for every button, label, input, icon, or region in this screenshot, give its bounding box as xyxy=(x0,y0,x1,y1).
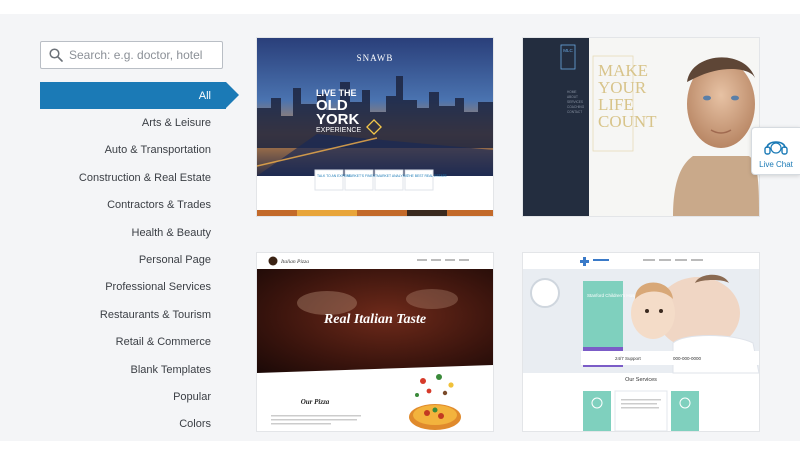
city-button-3: MARKET ANALYSIS xyxy=(377,174,409,178)
category-auto-transportation[interactable]: Auto & Transportation xyxy=(40,137,240,164)
city-template-thumbnail: SNAWB LIVE THE OLD YORK EXPERIENCE TALK … xyxy=(257,38,493,216)
portrait-menu-5: CONTACT xyxy=(567,110,582,114)
hospital-template-thumbnail: Stanford Children's Hospital 24/7 Suppor… xyxy=(523,253,759,431)
category-all[interactable]: All xyxy=(40,82,239,110)
hospital-hero-title: Stanford Children's Hospital xyxy=(587,293,643,298)
city-button-1: TALK TO AN EXPERT xyxy=(317,174,351,178)
category-list: All Arts & Leisure Auto & Transportation… xyxy=(40,82,240,438)
hospital-section-title: Our Services xyxy=(625,377,657,383)
template-card-pizza[interactable]: Italian Pizza Real Italian Taste Our Piz… xyxy=(257,253,493,431)
category-blank-templates[interactable]: Blank Templates xyxy=(40,356,240,383)
pizza-template-thumbnail: Italian Pizza Real Italian Taste Our Piz… xyxy=(257,253,493,431)
live-chat-label: Live Chat xyxy=(759,159,793,169)
template-card-hospital[interactable]: Stanford Children's Hospital 24/7 Suppor… xyxy=(523,253,759,431)
city-line4: EXPERIENCE xyxy=(316,127,361,134)
template-card-city[interactable]: SNAWB LIVE THE OLD YORK EXPERIENCE TALK … xyxy=(257,38,493,216)
search-input[interactable] xyxy=(69,48,219,62)
bottom-bar xyxy=(0,441,800,449)
pizza-hero-title: Real Italian Taste xyxy=(323,312,426,327)
hospital-support: 24/7 Support xyxy=(615,356,642,361)
city-brand: SNAWB xyxy=(357,53,394,63)
live-chat-button[interactable]: Live Chat xyxy=(751,127,800,175)
portrait-menu-1: HOME xyxy=(567,90,577,94)
city-line3: YORK xyxy=(316,111,360,128)
search-icon xyxy=(49,48,63,62)
portrait-logo: MLC xyxy=(563,48,573,53)
category-colors[interactable]: Colors xyxy=(40,411,240,438)
pizza-brand: Italian Pizza xyxy=(280,259,309,265)
hospital-phone: 000-000-0000 xyxy=(673,356,702,361)
portrait-menu-4: COACHING xyxy=(567,105,585,109)
category-professional-services[interactable]: Professional Services xyxy=(40,274,240,301)
portrait-template-thumbnail: MLC HOME ABOUT SERVICES COACHING CONTACT… xyxy=(523,38,759,216)
search-box[interactable] xyxy=(40,41,223,69)
city-button-4: THE BEST REAL ESTATE xyxy=(407,174,448,178)
category-restaurants-tourism[interactable]: Restaurants & Tourism xyxy=(40,301,240,328)
top-bar xyxy=(0,0,800,14)
category-contractors-trades[interactable]: Contractors & Trades xyxy=(40,192,240,219)
portrait-headline-4: COUNT xyxy=(598,112,657,131)
category-popular[interactable]: Popular xyxy=(40,383,240,410)
headset-icon xyxy=(764,140,788,155)
category-arts-leisure[interactable]: Arts & Leisure xyxy=(40,109,240,136)
category-construction-real-estate[interactable]: Construction & Real Estate xyxy=(40,164,240,191)
template-card-portrait[interactable]: MLC HOME ABOUT SERVICES COACHING CONTACT… xyxy=(523,38,759,216)
category-health-beauty[interactable]: Health & Beauty xyxy=(40,219,240,246)
category-personal-page[interactable]: Personal Page xyxy=(40,246,240,273)
city-button-2: MARKET'S FINEST xyxy=(347,174,377,178)
portrait-menu-2: ABOUT xyxy=(567,95,578,99)
pizza-section-title: Our Pizza xyxy=(301,398,330,406)
category-retail-commerce[interactable]: Retail & Commerce xyxy=(40,329,240,356)
portrait-menu-3: SERVICES xyxy=(567,100,583,104)
